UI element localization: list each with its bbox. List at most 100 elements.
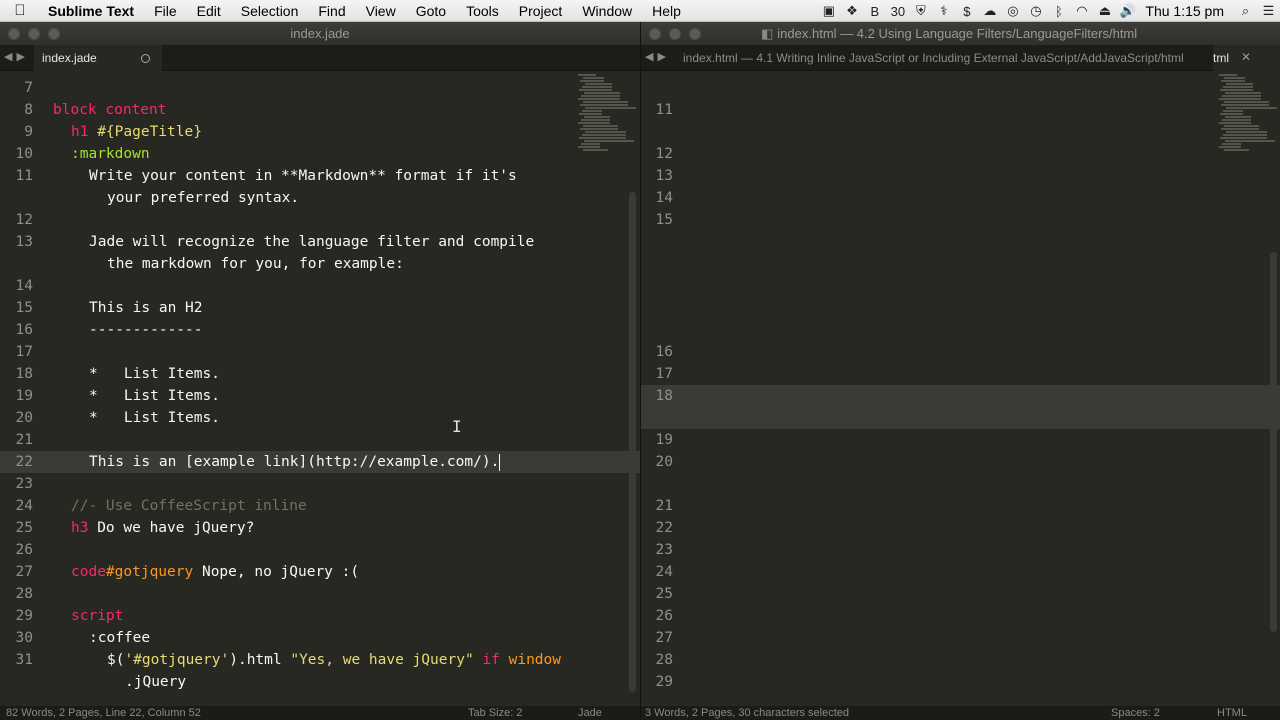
code-line[interactable]: Jade Language Filters</h1> bbox=[641, 407, 1280, 429]
line-number[interactable]: 19 bbox=[641, 429, 673, 451]
line-number[interactable]: 13 bbox=[641, 165, 673, 187]
code-line[interactable]: 24} bbox=[641, 561, 1280, 583]
syntax-mode[interactable]: Jade bbox=[578, 706, 602, 720]
line-number[interactable]: 22 bbox=[641, 517, 673, 539]
line-number[interactable]: 16 bbox=[0, 319, 33, 341]
line-number[interactable]: 14 bbox=[0, 275, 33, 297]
code-line[interactable]: 28 bbox=[0, 583, 640, 605]
wand-icon[interactable]: ⚕ bbox=[932, 0, 955, 22]
menu-tools[interactable]: Tools bbox=[456, 3, 509, 19]
code-line[interactable]: 8 block content bbox=[0, 99, 640, 121]
line-number[interactable]: 28 bbox=[0, 583, 33, 605]
line-number[interactable]: 24 bbox=[0, 495, 33, 517]
code-line[interactable]: 21<script>(function() { bbox=[641, 495, 1280, 517]
line-number[interactable]: 31 bbox=[0, 649, 33, 671]
line-number[interactable]: 25 bbox=[0, 517, 33, 539]
line-number[interactable]: 26 bbox=[641, 605, 673, 627]
cloud-icon[interactable]: ☁ bbox=[978, 0, 1001, 22]
menu-selection[interactable]: Selection bbox=[231, 3, 309, 19]
tab-index-jade[interactable]: index.jade bbox=[34, 45, 162, 71]
code-line[interactable]: -brand-text"> Teaching skills to million… bbox=[641, 297, 1280, 319]
code-line[interactable]: the markdown for you, for example: bbox=[0, 253, 640, 275]
menu-file[interactable]: File bbox=[144, 3, 187, 19]
line-number[interactable]: 12 bbox=[0, 209, 33, 231]
code-line[interactable]: Nope, no jQuery :(</code> bbox=[641, 473, 1280, 495]
code-line[interactable]: 27 bbox=[641, 627, 1280, 649]
dollar-icon[interactable]: $ bbox=[955, 0, 978, 22]
line-number[interactable]: 25 bbox=[641, 583, 673, 605]
code-line[interactable]: 17 bbox=[0, 341, 640, 363]
code-line[interactable]: 12</head> bbox=[641, 143, 1280, 165]
code-line[interactable]: 20 * List Items. bbox=[0, 407, 640, 429]
code-line[interactable]: 28</script> bbox=[641, 649, 1280, 671]
code-line[interactable]: 21 bbox=[0, 429, 640, 451]
code-line[interactable]: 29 script bbox=[0, 605, 640, 627]
line-number[interactable]: 27 bbox=[641, 627, 673, 649]
menu-find[interactable]: Find bbox=[308, 3, 355, 19]
tab-index-html-4-2[interactable]: tml ✕ bbox=[1213, 45, 1280, 71]
line-number[interactable]: 16 bbox=[641, 341, 673, 363]
line-number[interactable]: 18 bbox=[641, 385, 673, 407]
code-line[interactable]: your preferred syntax. bbox=[0, 187, 640, 209]
code-line[interactable]: 12 bbox=[0, 209, 640, 231]
eject-icon[interactable]: ⏏ bbox=[1093, 0, 1116, 22]
minimize-button[interactable] bbox=[669, 28, 681, 40]
code-line[interactable]: 17<section class="wrapper"> bbox=[641, 363, 1280, 385]
menu-goto[interactable]: Goto bbox=[406, 3, 456, 19]
line-number[interactable]: 23 bbox=[0, 473, 33, 495]
menu-edit[interactable]: Edit bbox=[187, 3, 231, 19]
tab-nav-arrows-icon[interactable]: ◀▶ bbox=[645, 50, 670, 63]
shield-icon[interactable]: ⛨ bbox=[909, 0, 932, 22]
unsaved-dot-icon[interactable] bbox=[141, 54, 150, 63]
wifi-icon[interactable]: ◠ bbox=[1070, 0, 1093, 22]
line-number[interactable]: 24 bbox=[641, 561, 673, 583]
code-line[interactable]: 24 //- Use CoffeeScript inline bbox=[0, 495, 640, 517]
code-line[interactable]: 22if (window.jQuery) { bbox=[641, 517, 1280, 539]
volume-icon[interactable]: 🔊 bbox=[1116, 0, 1139, 22]
code-line[interactable]: 16 ------------- bbox=[0, 319, 640, 341]
code-line[interactable]: 14<nav> bbox=[641, 187, 1280, 209]
code-line[interactable]: 16</nav> bbox=[641, 341, 1280, 363]
code-line[interactable]: 29</section> bbox=[641, 671, 1280, 693]
code-line[interactable]: 23 bbox=[0, 473, 640, 495]
code-line[interactable]: 27 code#gotjquery Nope, no jQuery :( bbox=[0, 561, 640, 583]
line-number[interactable]: 29 bbox=[0, 605, 33, 627]
bold-box-icon[interactable]: B bbox=[863, 0, 886, 22]
close-button[interactable] bbox=[649, 28, 661, 40]
calendar-icon[interactable]: 30 bbox=[886, 0, 909, 22]
menu-help[interactable]: Help bbox=[642, 3, 691, 19]
code-line[interactable]: -tuts-logo-image"></a><span class="page-… bbox=[641, 275, 1280, 297]
tab-nav-arrows-icon[interactable]: ◀▶ bbox=[4, 50, 29, 63]
line-number[interactable]: 10 bbox=[0, 143, 33, 165]
line-number[interactable]: 22 bbox=[0, 451, 33, 473]
code-line[interactable]: 25 bbox=[641, 583, 1280, 605]
line-number[interactable]: 15 bbox=[0, 297, 33, 319]
line-number[interactable]: 26 bbox=[0, 539, 33, 561]
syntax-mode[interactable]: HTML bbox=[1217, 706, 1247, 720]
code-line[interactable]: 22 This is an [example link](http://examp… bbox=[0, 451, 640, 473]
search-icon[interactable]: ⌕ bbox=[1234, 0, 1257, 22]
line-number[interactable]: 13 bbox=[0, 231, 33, 253]
line-number[interactable]: 17 bbox=[641, 363, 673, 385]
clock[interactable]: Thu 1:15 pm bbox=[1139, 3, 1234, 19]
dropbox-icon[interactable]: ❖ bbox=[840, 0, 863, 22]
code-line[interactable]: 19 * List Items. bbox=[0, 385, 640, 407]
code-editor[interactable]: I 7 8 block content 9 h1 #{PageTitle} 10:mark… bbox=[0, 72, 640, 706]
code-line[interactable]: 26}).call(this); bbox=[641, 605, 1280, 627]
time-machine-icon[interactable]: ◷ bbox=[1024, 0, 1047, 22]
code-line[interactable]: 31 $('#gotjquery').html "Yes, we have jQu… bbox=[0, 649, 640, 671]
line-number[interactable]: 21 bbox=[0, 429, 33, 451]
line-number[interactable]: 27 bbox=[0, 561, 33, 583]
code-line[interactable]: 11<link href="css/style.css" rel="styles… bbox=[641, 99, 1280, 121]
menu-view[interactable]: View bbox=[356, 3, 406, 19]
line-number[interactable]: 29 bbox=[641, 671, 673, 693]
line-number[interactable]: 12 bbox=[641, 143, 673, 165]
list-icon[interactable]: ☰ bbox=[1257, 0, 1280, 22]
code-line[interactable]: 13<body> bbox=[641, 165, 1280, 187]
code-line[interactable]: tuts+" src="tuts_logo.svg" class="global… bbox=[641, 253, 1280, 275]
code-line[interactable]: 15 This is an H2 bbox=[0, 297, 640, 319]
tab-index-html-4-1[interactable]: index.html — 4.1 Writing Inline JavaScri… bbox=[683, 45, 1213, 71]
code-editor[interactable]: text/css">11<link href="css/style.css" r… bbox=[641, 72, 1280, 706]
code-line[interactable]: 30:coffee bbox=[0, 627, 640, 649]
line-number[interactable]: 30 bbox=[0, 627, 33, 649]
